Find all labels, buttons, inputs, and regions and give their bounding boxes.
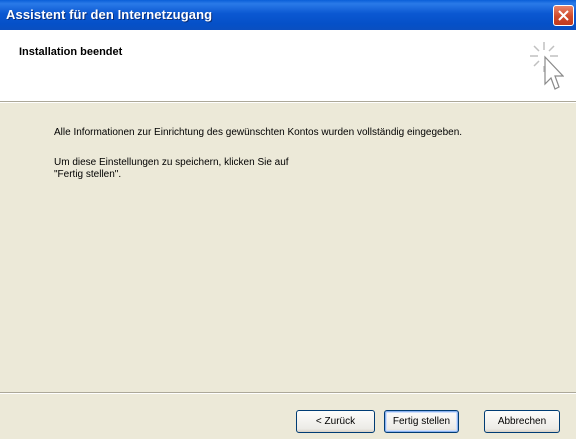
back-button[interactable]: < Zurück	[296, 410, 375, 433]
wizard-header: Installation beendet	[0, 30, 576, 101]
finish-button[interactable]: Fertig stellen	[384, 410, 459, 433]
close-button[interactable]	[553, 5, 574, 26]
window-title: Assistent für den Internetzugang	[6, 7, 213, 22]
page-title: Installation beendet	[19, 46, 123, 58]
instruction-line-2: "Fertig stellen".	[54, 169, 122, 180]
header-separator-highlight	[0, 102, 576, 103]
info-paragraph: Alle Informationen zur Einrichtung des g…	[54, 127, 463, 138]
wizard-window: Assistent für den Internetzugang Install…	[0, 0, 576, 439]
title-bar[interactable]: Assistent für den Internetzugang	[0, 0, 576, 30]
close-icon	[558, 10, 569, 21]
wizard-icon	[530, 42, 564, 90]
instruction-line-1: Um diese Einstellungen zu speichern, kli…	[54, 157, 289, 168]
footer-separator-highlight	[0, 393, 576, 394]
cancel-button[interactable]: Abbrechen	[484, 410, 560, 433]
